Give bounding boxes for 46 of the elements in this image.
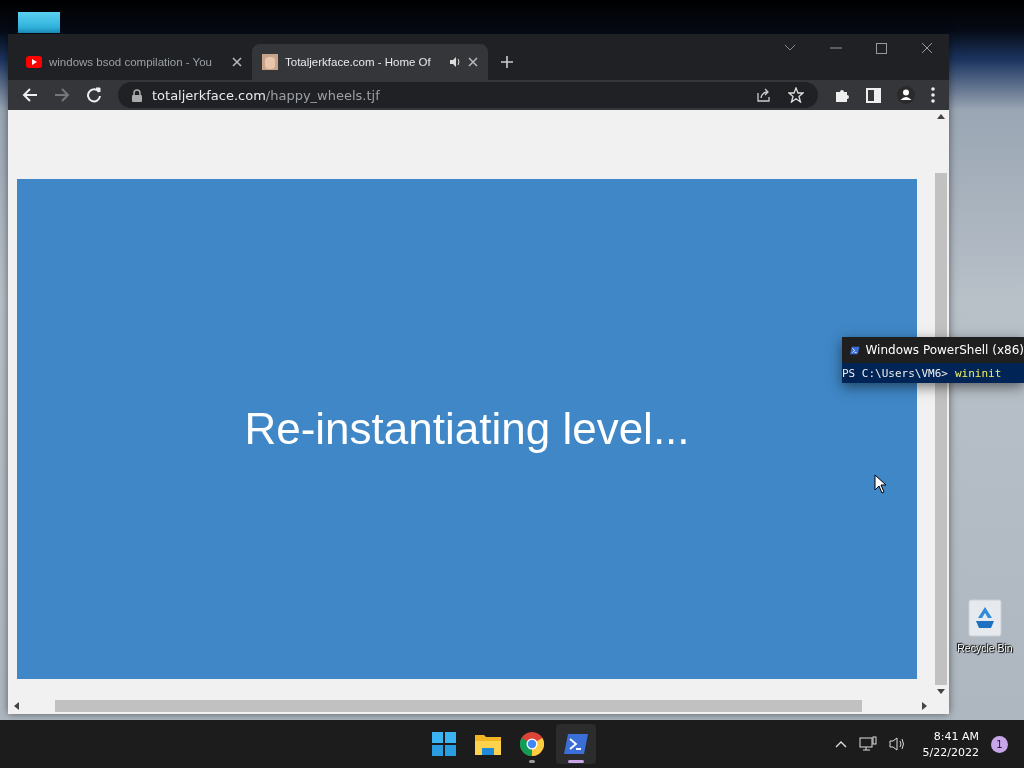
video-icon bbox=[26, 56, 42, 68]
chevron-up-icon[interactable] bbox=[834, 740, 847, 748]
star-icon[interactable] bbox=[788, 87, 804, 103]
shell-prompt: PS C:\Users\VM6> bbox=[842, 366, 948, 380]
menu-icon[interactable] bbox=[931, 87, 935, 103]
recycle-bin-icon[interactable] bbox=[967, 598, 1003, 638]
close-icon[interactable] bbox=[232, 57, 242, 67]
new-tab-icon[interactable] bbox=[500, 55, 514, 69]
chevron-down-icon[interactable] bbox=[784, 44, 796, 52]
back-icon[interactable] bbox=[22, 87, 38, 103]
speaker-icon[interactable] bbox=[449, 56, 461, 68]
maximize-icon[interactable] bbox=[876, 42, 887, 54]
reload-icon[interactable] bbox=[86, 87, 102, 103]
url-text: totaljerkface.com/happy_wheels.tjf bbox=[152, 87, 381, 103]
scroll-up-icon[interactable] bbox=[937, 114, 945, 119]
clock-date: 5/22/2022 bbox=[922, 745, 979, 759]
close-icon[interactable] bbox=[921, 42, 933, 54]
chrome-icon bbox=[520, 732, 544, 756]
scrollbar-thumb[interactable] bbox=[55, 700, 862, 712]
share-icon[interactable] bbox=[756, 87, 772, 103]
scroll-down-icon[interactable] bbox=[937, 689, 945, 694]
close-icon[interactable] bbox=[468, 57, 478, 67]
browser-tab[interactable]: windows bsod compilation - You bbox=[16, 44, 252, 80]
network-icon[interactable] bbox=[858, 736, 877, 752]
scroll-left-icon[interactable] bbox=[14, 702, 19, 710]
lock-icon bbox=[132, 88, 142, 102]
profile-icon[interactable] bbox=[897, 86, 915, 104]
favicon-icon bbox=[262, 54, 278, 70]
volume-icon[interactable] bbox=[888, 736, 907, 752]
clock[interactable]: 8:41 AM 5/22/2022 bbox=[922, 729, 979, 759]
shell-command: wininit bbox=[954, 366, 1002, 380]
clock-time: 8:41 AM bbox=[933, 729, 979, 743]
folder-icon bbox=[475, 733, 501, 755]
powershell-icon bbox=[564, 734, 588, 754]
notification-badge[interactable]: 1 bbox=[991, 735, 1008, 753]
mouse-pointer-icon bbox=[874, 474, 887, 494]
browser-tab[interactable]: Totaljerkface.com - Home Of bbox=[252, 44, 488, 80]
preview-title: Windows PowerShell (x86) bbox=[865, 343, 1024, 357]
forward-icon[interactable] bbox=[54, 87, 70, 103]
taskbar-button[interactable] bbox=[556, 724, 596, 764]
loading-message: Re-instantiating level... bbox=[244, 404, 690, 454]
address-bar[interactable]: totaljerkface.com/happy_wheels.tjf bbox=[118, 82, 818, 108]
scroll-right-icon[interactable] bbox=[922, 702, 927, 710]
puzzle-icon[interactable] bbox=[834, 87, 850, 103]
side-panel-icon[interactable] bbox=[866, 87, 881, 103]
windows-logo-icon bbox=[432, 732, 456, 756]
